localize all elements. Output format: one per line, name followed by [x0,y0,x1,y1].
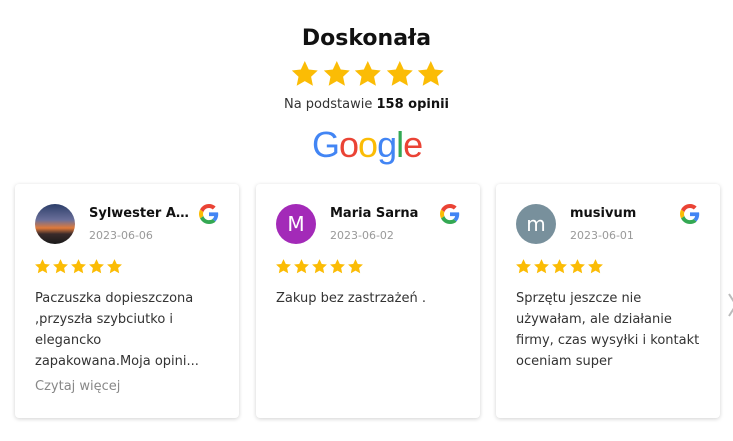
star-icon [418,61,445,86]
review-date: 2023-06-06 [89,229,153,242]
review-stars [515,258,604,275]
star-icon [294,259,309,274]
star-icon [35,259,50,274]
google-g-icon [199,204,219,224]
review-date: 2023-06-02 [330,229,394,242]
star-icon [552,259,567,274]
google-logo-letter: o [339,124,359,165]
star-icon [348,259,363,274]
star-icon [53,259,68,274]
review-text: Sprzętu jeszcze nie używałam, ale działa… [516,291,700,369]
read-more-link[interactable]: Czytaj więcej [35,379,120,394]
review-card: M Maria Sarna 2023-06-02 Zakup bez zastr… [256,184,480,418]
based-prefix: Na podstawie [283,97,373,112]
star-icon [291,61,318,86]
review-card: Sylwester Al... 2023-06-06 Paczuszka dop… [15,184,239,418]
star-icon [312,259,327,274]
review-count: 158 opinii [376,97,450,112]
avatar [35,204,75,244]
review-text: Paczuszka dopieszczona ,przyszła szybciu… [35,291,199,369]
google-logo-letter: G [312,124,340,165]
google-g-icon [680,204,700,224]
reviewer-name[interactable]: Sylwester Al... [89,206,189,221]
chevron-right-icon[interactable] [727,290,733,320]
review-stars [275,258,364,275]
based-on-text: Na podstawie 158 opinii [0,97,733,112]
review-card: m musivum 2023-06-01 Sprzętu jeszcze nie… [496,184,720,418]
reviewer-name[interactable]: Maria Sarna [330,206,430,221]
rating-title: Doskonała [301,26,432,51]
google-logo: Google [312,124,423,166]
google-logo-letter: e [403,124,423,165]
star-icon [330,259,345,274]
star-icon [355,61,381,86]
reviewer-name[interactable]: musivum [570,206,670,221]
star-icon [276,259,291,274]
star-icon [323,61,350,86]
google-logo-letter: o [358,124,378,165]
google-g-icon [440,204,460,224]
star-icon [570,259,585,274]
star-icon [386,61,413,86]
review-text: Zakup bez zastrzażeń . [276,291,426,306]
google-logo-letter: g [377,124,397,165]
avatar: M [276,204,316,244]
review-date: 2023-06-01 [570,229,634,242]
star-icon [107,259,122,274]
review-stars [34,258,123,275]
star-icon [516,259,531,274]
star-icon [588,259,603,274]
star-icon [89,259,104,274]
star-icon [71,259,86,274]
star-icon [534,259,549,274]
avatar: m [516,204,556,244]
overall-stars [290,59,446,91]
